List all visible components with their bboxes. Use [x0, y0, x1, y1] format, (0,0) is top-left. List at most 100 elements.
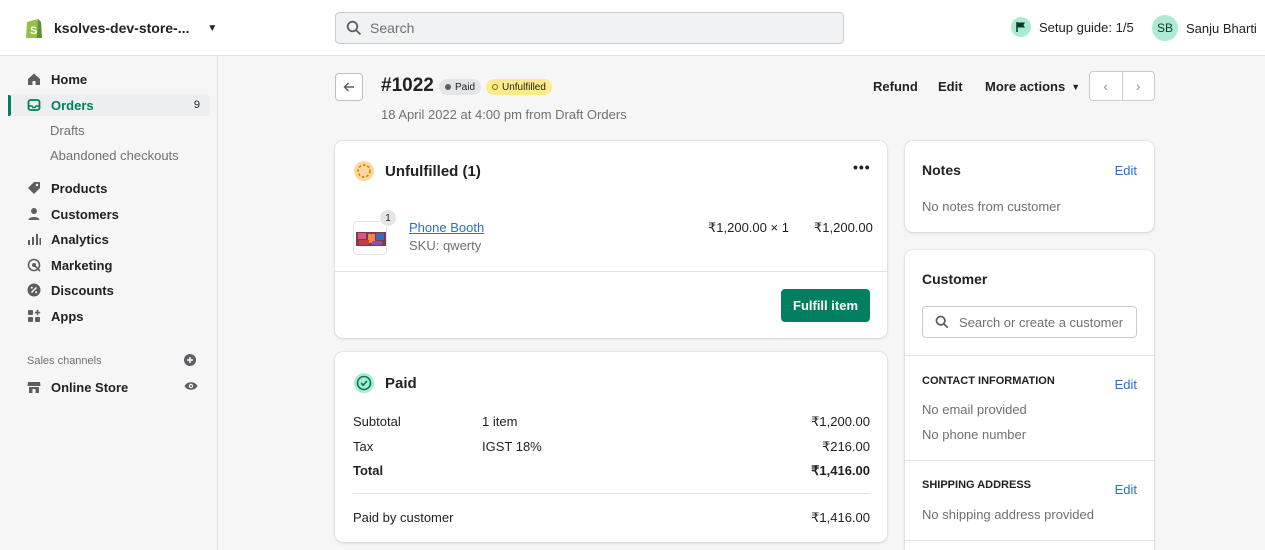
caret-down-icon: ▼: [1071, 81, 1081, 92]
sidebar-item-label: Marketing: [51, 257, 113, 273]
page-title: #1022: [381, 75, 434, 96]
store-name: ksolves-dev-store-...: [54, 20, 190, 36]
contact-edit-link[interactable]: Edit: [1115, 377, 1137, 392]
sidebar-item-label: Home: [51, 71, 88, 87]
avatar: SB: [1152, 15, 1178, 41]
sidebar-item-orders[interactable]: Orders 9: [27, 94, 210, 116]
previous-order-button[interactable]: ‹: [1090, 72, 1122, 100]
order-subtitle: 18 April 2022 at 4:00 pm from Draft Orde…: [381, 107, 627, 122]
store-icon: [27, 380, 41, 394]
sidebar-item-online-store[interactable]: Online Store: [27, 376, 177, 398]
refund-button[interactable]: Refund: [873, 79, 918, 94]
arrow-left-icon: [343, 82, 354, 92]
sidebar-item-customers[interactable]: Customers: [27, 203, 210, 225]
card-divider: [905, 355, 1154, 356]
svg-text:S: S: [30, 25, 37, 37]
shipping-address: No shipping address provided: [922, 507, 1094, 522]
sales-channels-label: Sales channels: [27, 355, 102, 367]
sidebar-item-abandoned-checkouts[interactable]: Abandoned checkouts: [50, 148, 179, 163]
customer-card: Customer CONTACT INFORMATION Edit No ema…: [905, 250, 1154, 550]
sidebar-item-label: Orders: [51, 97, 94, 113]
search-bar[interactable]: [335, 12, 844, 44]
customer-search-input[interactable]: [959, 314, 1129, 330]
orders-icon: [27, 98, 41, 112]
tax-detail: IGST 18%: [482, 439, 542, 454]
contact-email: No email provided: [922, 402, 1027, 417]
sidebar-item-label: Customers: [51, 206, 119, 222]
search-icon: [346, 20, 362, 36]
bar-chart-icon: [27, 232, 41, 246]
paid-divider: [353, 493, 870, 494]
top-bar: S ksolves-dev-store-... ▼ Setup guide: 1…: [0, 0, 1265, 56]
sidebar-item-discounts[interactable]: Discounts: [27, 279, 210, 301]
notes-title: Notes: [922, 162, 961, 178]
sidebar-item-label: Analytics: [51, 231, 109, 247]
total-amount: ₹1,416.00: [811, 463, 870, 478]
subtotal-detail: 1 item: [482, 414, 518, 429]
card-divider: [335, 271, 887, 272]
eye-icon[interactable]: [184, 380, 198, 395]
store-switcher[interactable]: S ksolves-dev-store-... ▼: [24, 16, 217, 40]
paid-card: Paid Subtotal 1 item ₹1,200.00 Tax IGST …: [335, 352, 887, 542]
tax-label: Tax: [353, 439, 374, 454]
shipping-address-heading: SHIPPING ADDRESS: [922, 479, 1032, 491]
status-badge-unfulfilled: Unfulfilled: [486, 79, 552, 95]
sidebar-item-products[interactable]: Products: [27, 177, 210, 199]
order-pager: ‹ ›: [1089, 71, 1155, 101]
badge-label: Paid: [455, 81, 476, 93]
badge-label: Unfulfilled: [502, 81, 546, 93]
setup-guide-button[interactable]: Setup guide: 1/5: [1011, 17, 1134, 37]
paid-check-icon: [353, 372, 375, 397]
item-line-total: ₹1,200.00: [814, 220, 873, 235]
product-link[interactable]: Phone Booth: [409, 220, 484, 235]
unfulfilled-title: Unfulfilled (1): [385, 163, 481, 180]
sidebar-item-label: Products: [51, 180, 108, 196]
card-divider: [905, 460, 1154, 461]
paid-by-customer-amount: ₹1,416.00: [811, 510, 870, 525]
fulfill-item-button[interactable]: Fulfill item: [781, 289, 870, 322]
card-divider: [905, 540, 1154, 541]
sidebar: [0, 56, 218, 550]
add-channel-plus-icon[interactable]: [184, 354, 196, 369]
more-actions-button[interactable]: More actions ▼: [985, 79, 1080, 94]
person-icon: [27, 207, 41, 221]
sidebar-item-label: Apps: [51, 308, 84, 324]
discount-icon: [27, 283, 41, 297]
chevron-left-icon: ‹: [1103, 78, 1109, 94]
quantity-badge: 1: [379, 209, 397, 227]
sidebar-item-home[interactable]: Home: [27, 68, 210, 90]
more-options-icon[interactable]: •••: [853, 159, 871, 175]
caret-down-icon: ▼: [207, 22, 218, 34]
product-sku: SKU: qwerty: [409, 238, 482, 253]
status-ring-icon: [492, 84, 498, 90]
sidebar-item-apps[interactable]: Apps: [27, 305, 210, 327]
chevron-right-icon: ›: [1135, 78, 1141, 94]
orders-count-badge: 9: [193, 99, 200, 111]
more-actions-label: More actions: [985, 79, 1066, 94]
shipping-edit-link[interactable]: Edit: [1115, 482, 1137, 497]
notes-card: Notes Edit No notes from customer: [905, 141, 1154, 232]
notes-edit-link[interactable]: Edit: [1115, 163, 1137, 178]
notes-body: No notes from customer: [922, 199, 1061, 214]
customer-search[interactable]: [922, 306, 1137, 338]
edit-button[interactable]: Edit: [938, 79, 963, 94]
next-order-button[interactable]: ›: [1121, 72, 1155, 100]
paid-by-customer-label: Paid by customer: [353, 510, 454, 525]
sidebar-item-drafts[interactable]: Drafts: [50, 123, 85, 138]
user-menu[interactable]: SB Sanju Bharti: [1152, 15, 1257, 41]
back-button[interactable]: [335, 73, 363, 101]
item-price-quantity: ₹1,200.00 × 1: [708, 220, 789, 235]
sidebar-item-label: Discounts: [51, 282, 114, 298]
search-icon: [935, 315, 949, 329]
apps-grid-icon: [27, 309, 41, 323]
sidebar-item-analytics[interactable]: Analytics: [27, 228, 210, 250]
tag-icon: [27, 181, 41, 195]
user-name: Sanju Bharti: [1186, 20, 1257, 36]
total-label: Total: [353, 463, 384, 478]
contact-information-heading: CONTACT INFORMATION: [922, 375, 1055, 387]
search-input[interactable]: [370, 20, 770, 36]
tax-amount: ₹216.00: [821, 439, 870, 454]
home-icon: [27, 72, 41, 86]
sidebar-item-marketing[interactable]: Marketing: [27, 254, 210, 276]
sidebar-item-label: Online Store: [51, 379, 129, 395]
